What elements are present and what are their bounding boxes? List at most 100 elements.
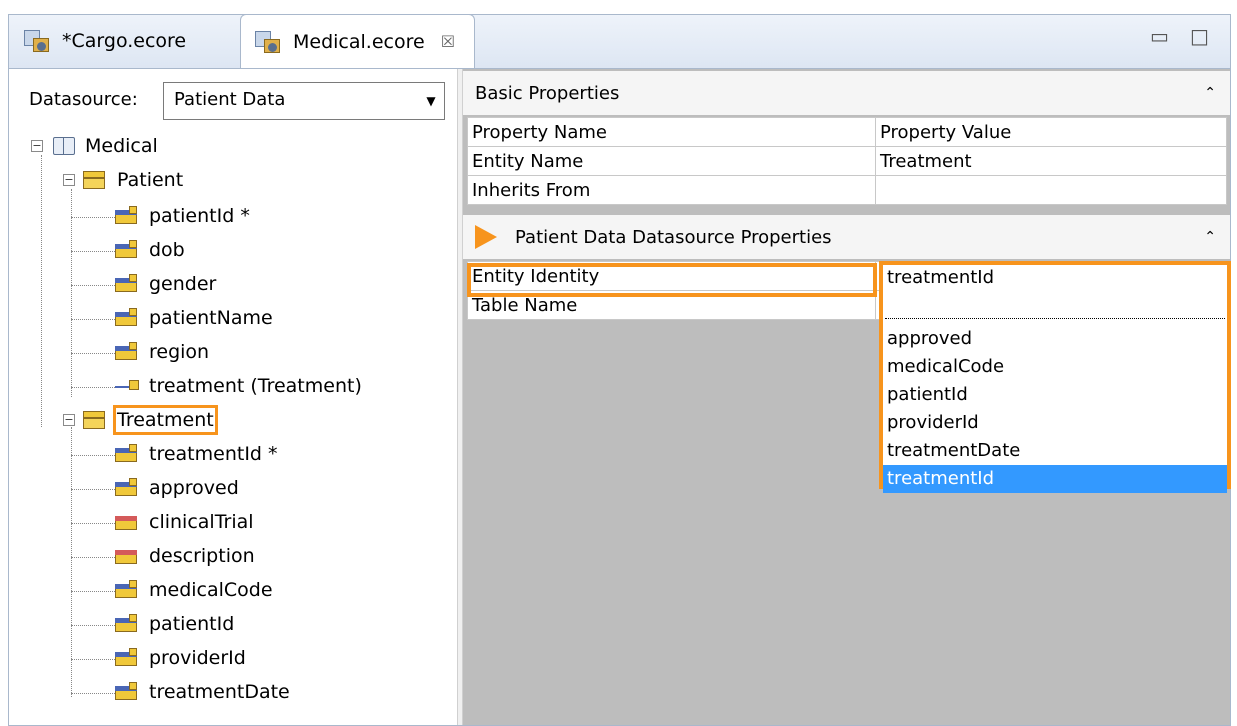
tree-node-treatment[interactable]: − Treatment — [63, 405, 218, 435]
tree-node-attribute[interactable]: approved — [115, 477, 239, 499]
tree-guide — [71, 591, 115, 592]
tree-guide — [71, 489, 115, 490]
tree-node-attribute[interactable]: treatmentId * — [115, 443, 278, 465]
attribute-icon — [115, 682, 141, 702]
tab-label: *Cargo.ecore — [62, 30, 187, 52]
close-icon[interactable]: ☒ — [441, 32, 455, 51]
tree-node-reference[interactable]: treatment (Treatment) — [115, 375, 362, 397]
property-name: Inherits From — [467, 175, 876, 205]
tree-node-attribute[interactable]: patientId — [115, 613, 234, 635]
table-row[interactable]: Entity Name Treatment — [467, 146, 1227, 176]
dropdown-option[interactable]: patientId — [883, 381, 1227, 409]
table-header-row: Property Name Property Value — [467, 117, 1227, 147]
editor-area: Datasource: Patient Data ▼ − Medical − P… — [8, 68, 1231, 726]
attribute-icon — [115, 546, 141, 566]
maximize-icon[interactable]: □ — [1190, 24, 1209, 48]
tree-node-attribute[interactable]: description — [115, 545, 255, 567]
property-value[interactable] — [875, 175, 1227, 205]
attribute-icon — [115, 580, 141, 600]
class-icon — [83, 169, 109, 191]
tab-cargo-ecore[interactable]: *Cargo.ecore — [10, 14, 240, 68]
datasource-label: Datasource: — [29, 89, 138, 110]
tree-node-patient[interactable]: − Patient — [63, 169, 183, 191]
dropdown-empty-option[interactable] — [885, 297, 1225, 319]
tree-node-attribute[interactable]: dob — [115, 239, 185, 261]
tree-label: medicalCode — [149, 579, 273, 601]
dropdown-option[interactable]: medicalCode — [883, 353, 1227, 381]
dropdown-option[interactable]: approved — [883, 325, 1227, 353]
package-icon — [51, 135, 77, 157]
tree-node-attribute[interactable]: providerId — [115, 647, 246, 669]
tree-node-attribute[interactable]: treatmentDate — [115, 681, 290, 703]
entity-identity-highlight — [467, 263, 877, 297]
collapse-section-icon[interactable]: ⌃ — [1204, 229, 1216, 245]
attribute-icon — [115, 512, 141, 532]
tree-node-attribute[interactable]: patientId * — [115, 205, 250, 227]
entity-identity-dropdown[interactable]: treatmentId approved medicalCode patient… — [879, 261, 1231, 493]
arrow-right-icon — [475, 225, 497, 249]
minimize-icon[interactable]: ▭ — [1150, 24, 1169, 48]
tree-label: dob — [149, 239, 185, 261]
section-title: Basic Properties — [475, 82, 620, 104]
class-icon — [83, 409, 109, 431]
table-row[interactable]: Inherits From — [467, 175, 1227, 205]
dropdown-option[interactable]: providerId — [883, 409, 1227, 437]
tree-guide — [71, 625, 115, 626]
tree-label-highlighted: Treatment — [113, 405, 218, 435]
tree-label: region — [149, 341, 210, 363]
reference-icon — [115, 376, 141, 396]
editor-tab-bar: *Cargo.ecore Medical.ecore ☒ ▭ □ — [0, 0, 1237, 68]
section-title: Patient Data Datasource Properties — [515, 226, 832, 248]
property-value[interactable]: Treatment — [875, 146, 1227, 176]
attribute-icon — [115, 240, 141, 260]
attribute-icon — [115, 478, 141, 498]
dropdown-option-selected[interactable]: treatmentId — [883, 465, 1227, 493]
collapse-icon[interactable]: − — [63, 414, 75, 426]
tree-guide — [71, 319, 115, 320]
dropdown-option[interactable]: treatmentDate — [883, 437, 1227, 465]
tree-label: patientName — [149, 307, 273, 329]
column-header: Property Value — [875, 117, 1227, 147]
tree-guide — [71, 427, 72, 697]
basic-properties-header[interactable]: Basic Properties ⌃ — [463, 71, 1230, 115]
tree-node-attribute[interactable]: region — [115, 341, 209, 363]
ecore-file-icon — [24, 28, 52, 54]
attribute-icon — [115, 308, 141, 328]
collapse-icon[interactable]: − — [63, 174, 75, 186]
collapse-icon[interactable]: − — [31, 140, 43, 152]
property-name: Entity Name — [467, 146, 876, 176]
collapse-section-icon[interactable]: ⌃ — [1204, 85, 1216, 101]
chevron-down-icon[interactable]: ▼ — [418, 83, 444, 119]
tab-medical-ecore[interactable]: Medical.ecore ☒ — [240, 14, 475, 68]
tree-label: treatmentId * — [149, 443, 278, 465]
tab-label: Medical.ecore — [293, 30, 425, 53]
tree-guide — [71, 455, 115, 456]
column-header: Property Name — [467, 117, 876, 147]
tree-label: approved — [149, 477, 239, 499]
tree-label: providerId — [149, 647, 246, 669]
tree-label: treatmentDate — [149, 681, 290, 703]
tree-guide — [71, 659, 115, 660]
tree-node-attribute[interactable]: gender — [115, 273, 216, 295]
tree-node-attribute[interactable]: medicalCode — [115, 579, 273, 601]
tree-guide — [71, 557, 115, 558]
attribute-icon — [115, 614, 141, 634]
tree-node-attribute[interactable]: patientName — [115, 307, 273, 329]
tree-guide — [71, 251, 115, 252]
tree-label: treatment (Treatment) — [149, 375, 362, 397]
attribute-icon — [115, 444, 141, 464]
tree-label: patientId — [149, 613, 235, 635]
tree-guide — [71, 387, 115, 388]
attribute-icon — [115, 206, 141, 226]
tree-label: gender — [149, 273, 217, 295]
datasource-properties-header[interactable]: Patient Data Datasource Properties ⌃ — [463, 215, 1230, 259]
tree-label: Medical — [85, 135, 158, 157]
basic-properties-table: Property Name Property Value Entity Name… — [467, 117, 1227, 205]
tree-guide — [71, 523, 115, 524]
tree-node-medical[interactable]: − Medical — [31, 135, 158, 157]
dropdown-value[interactable]: treatmentId — [887, 267, 994, 288]
tree-guide — [71, 217, 115, 218]
datasource-select[interactable]: Patient Data ▼ — [163, 82, 445, 120]
tree-guide — [41, 155, 42, 427]
tree-node-attribute[interactable]: clinicalTrial — [115, 511, 254, 533]
